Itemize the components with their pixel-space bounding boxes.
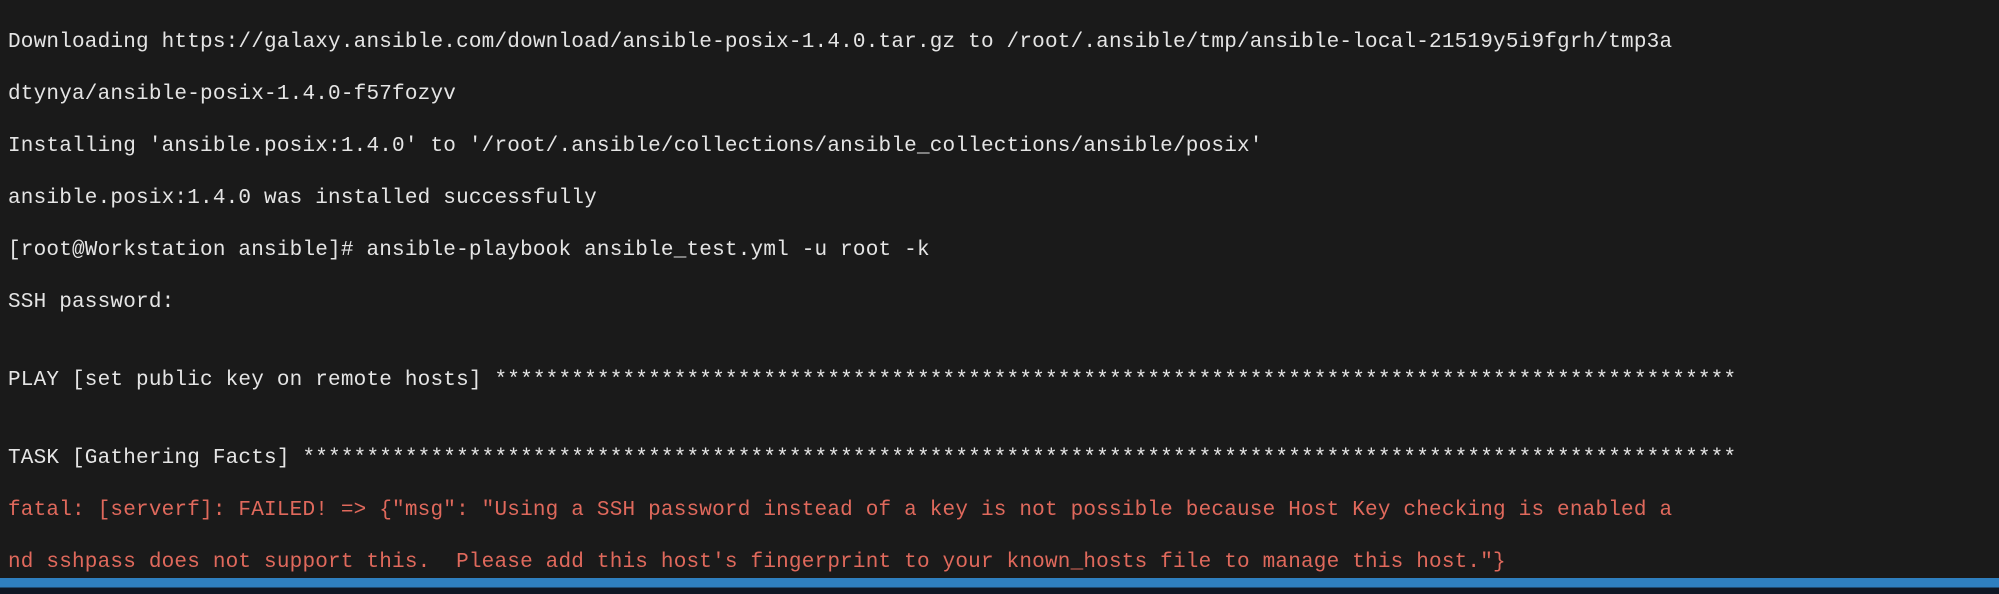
output-line: Installing 'ansible.posix:1.4.0' to '/ro… — [8, 134, 1991, 160]
terminal-output[interactable]: Downloading https://galaxy.ansible.com/d… — [0, 0, 1999, 594]
window-status-bar — [0, 578, 1999, 594]
fatal-error-line: fatal: [serverf]: FAILED! => {"msg": "Us… — [8, 498, 1991, 524]
task-header: TASK [Gathering Facts] *****************… — [8, 446, 1991, 472]
output-line: Downloading https://galaxy.ansible.com/d… — [8, 30, 1991, 56]
output-line: dtynya/ansible-posix-1.4.0-f57fozyv — [8, 82, 1991, 108]
output-line: ansible.posix:1.4.0 was installed succes… — [8, 186, 1991, 212]
output-line: SSH password: — [8, 290, 1991, 316]
fatal-error-line: nd sshpass does not support this. Please… — [8, 550, 1991, 576]
play-header: PLAY [set public key on remote hosts] **… — [8, 368, 1991, 394]
prompt-line: [root@Workstation ansible]# ansible-play… — [8, 238, 1991, 264]
